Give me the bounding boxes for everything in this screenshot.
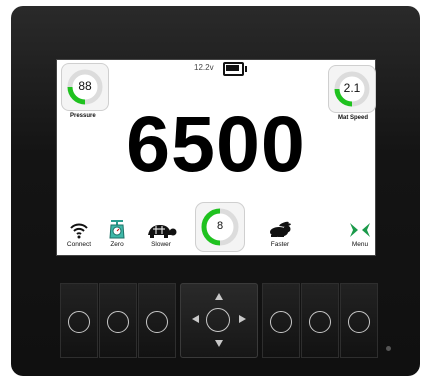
hardware-key-2[interactable] — [99, 283, 137, 358]
main-readout: 6500 — [126, 99, 306, 188]
circle-icon — [107, 311, 129, 333]
connect-label: Connect — [66, 241, 92, 248]
dpad-center-button[interactable] — [206, 308, 230, 332]
pressure-value: 88 — [78, 79, 92, 93]
mat-speed-value: 2.1 — [343, 81, 361, 95]
voltage-readout: 12.2v — [194, 63, 214, 72]
hardware-key-4[interactable] — [262, 283, 300, 358]
scale-icon — [109, 220, 125, 239]
dpad-right-icon[interactable] — [239, 315, 246, 323]
faster-button[interactable]: Faster — [260, 217, 300, 248]
circle-icon — [146, 311, 168, 333]
zero-button[interactable]: Zero — [97, 217, 137, 248]
circle-icon — [270, 311, 292, 333]
dpad-up-icon[interactable] — [215, 293, 223, 300]
menu-button[interactable]: Menu — [340, 217, 380, 248]
circle-icon — [309, 311, 331, 333]
dpad-left-icon[interactable] — [192, 315, 199, 323]
circle-icon — [68, 311, 90, 333]
wifi-icon — [70, 223, 88, 239]
hardware-key-1[interactable] — [60, 283, 98, 358]
center-gauge-value: 8 — [216, 220, 224, 232]
hardware-key-5[interactable] — [301, 283, 339, 358]
hardware-key-6[interactable] — [340, 283, 378, 358]
turtle-icon — [148, 225, 177, 238]
zero-label: Zero — [110, 241, 124, 248]
dpad-down-icon[interactable] — [215, 340, 223, 347]
hardware-key-3[interactable] — [138, 283, 176, 358]
menu-label: Menu — [351, 241, 369, 248]
connect-button[interactable]: Connect — [59, 217, 99, 248]
slower-button[interactable]: Slower — [141, 217, 181, 248]
center-gauge[interactable]: 8 — [196, 203, 244, 251]
hardware-keypad — [27, 283, 395, 358]
menu-arrows-icon — [350, 223, 370, 237]
circle-icon — [348, 311, 370, 333]
status-led — [386, 346, 391, 351]
display-screen: 12.2v 88 Pressure 2.1 Mat Speed 6500 Con… — [56, 59, 376, 256]
dpad[interactable] — [180, 283, 258, 358]
faster-label: Faster — [270, 241, 290, 248]
rabbit-icon — [270, 221, 291, 237]
slower-label: Slower — [151, 241, 171, 248]
battery-icon — [223, 62, 247, 76]
